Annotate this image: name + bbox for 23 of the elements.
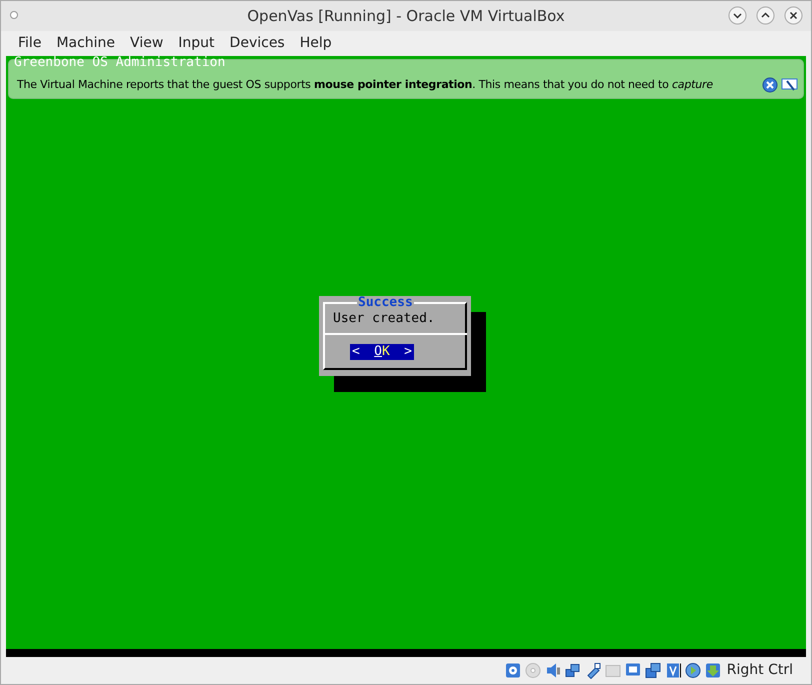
usb-icon[interactable] (584, 662, 602, 679)
host-key-label: Right Ctrl (726, 661, 793, 680)
network-icon[interactable] (564, 662, 582, 679)
notification-message: The Virtual Machine reports that the guest OS supports mouse pointer integration. This means that you do not need to capture (17, 76, 713, 93)
vm-screen[interactable]: Greenbone OS Administration The Virtual Machine reports that the guest OS supports mouse pointer integration. This means that you do not need to capture Success User created. < OK > (6, 56, 806, 649)
console-header: Greenbone OS Administration (14, 56, 226, 70)
menu-item[interactable]: Input (171, 33, 222, 54)
menu-item[interactable]: Devices (222, 33, 292, 54)
menu-item[interactable]: Machine (49, 33, 122, 54)
download-icon[interactable] (704, 662, 722, 679)
speaker-icon[interactable] (544, 662, 562, 679)
menu-item[interactable]: View (123, 33, 170, 54)
menu-item[interactable]: Help (292, 33, 339, 54)
dialog-message: User created. (333, 312, 435, 326)
menu-item[interactable]: File (11, 33, 48, 54)
minimize-icon[interactable] (728, 6, 747, 25)
window-menu-icon[interactable] (10, 11, 18, 19)
close-icon[interactable] (762, 77, 778, 93)
ok-button[interactable]: < OK > (350, 344, 414, 360)
maximize-icon[interactable] (756, 6, 775, 25)
close-icon[interactable] (784, 6, 803, 25)
window-title: OpenVas [Running] - Oracle VM VirtualBox (247, 6, 565, 27)
windows-icon[interactable] (644, 662, 662, 679)
